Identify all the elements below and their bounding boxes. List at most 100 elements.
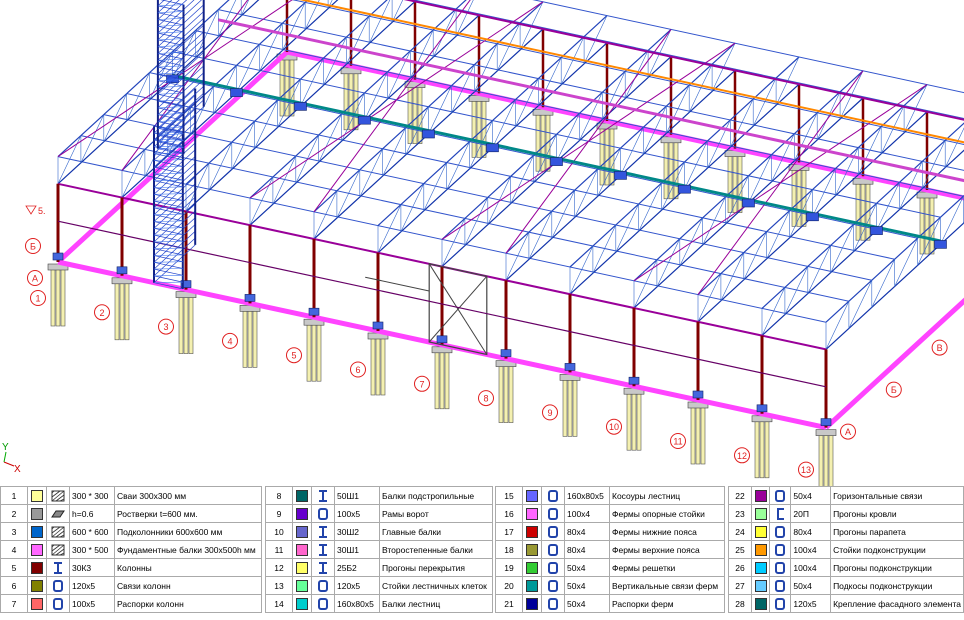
truss-web [556,113,580,162]
legend-row[interactable]: 18 80х4 Фермы верхние пояса [495,540,725,559]
truss-web [574,169,598,218]
legend-row[interactable]: 19 50х4 Фермы решетки [495,558,725,577]
legend-number: 18 [495,540,523,559]
legend-name: Прогоны подконструкции [830,558,964,577]
stair-tower [153,247,183,249]
legend-name: Прогоны перекрытия [379,558,493,577]
legend-row[interactable]: 24 80х4 Прогоны парапета [728,522,964,541]
ibeam-icon [46,558,70,577]
legend-row[interactable]: 23 20П Прогоны кровли [728,504,964,523]
pile [690,405,696,465]
column-head [422,129,435,139]
structural-3d-view[interactable]: 1234567891011121313АБЕДГВБА5. X Y [0,0,964,486]
legend-row[interactable]: 9 100х5 Рамы ворот [265,504,493,523]
legend-size: 50х4 [564,576,610,595]
legend-size: h=0.6 [69,504,115,523]
axis-bubble-number-text: 6 [355,365,360,375]
pile [818,433,824,486]
axis-bubble-letter-right-text: В [937,343,943,353]
pile [508,364,514,423]
stair-tower [153,186,183,188]
base-plate [52,252,64,261]
legend-row[interactable]: 6 120х5 Связи колонн [0,576,262,595]
level-marker [25,205,37,215]
legend-row[interactable]: 2 h=0.6 Ростверки t=600 мм. [0,504,262,523]
legend-number: 21 [495,594,523,613]
stair-tower [157,72,184,75]
stair-tower [157,45,184,47]
legend-row[interactable]: 10 30Ш2 Главные балки [265,522,493,541]
legend-row[interactable]: 13 120х5 Стойки лестничных клеток [265,576,493,595]
legend-row[interactable]: 7 100х5 Распорки колонн [0,594,262,613]
legend-row[interactable]: 3 600 * 600 Подколонники 600х600 мм [0,522,262,541]
legend-row[interactable]: 28 120х5 Крепление фасадного элемента [728,594,964,613]
legend-color [27,522,47,541]
truss-web [638,182,662,232]
legend-row[interactable]: 5 30К3 Колонны [0,558,262,577]
legend-row[interactable]: 26 100х4 Прогоны подконструкции [728,558,964,577]
legend-row[interactable]: 14 160х80х5 Балки лестниц [265,594,493,613]
truss-web [423,162,447,211]
pile [55,267,61,327]
truss-web [441,218,466,267]
stair-tower [157,58,184,61]
legend-color [750,504,771,523]
stair-tower [153,213,183,215]
truss-web [474,43,498,93]
tube-icon [311,504,335,523]
legend-row[interactable]: 21 50х4 Распорки ферм [495,594,725,613]
stair-tower [153,254,183,256]
pile [919,195,925,255]
tube-icon [541,540,565,559]
legend-row[interactable]: 12 25Б2 Прогоны перекрытия [265,558,493,577]
axis-bubble-letter-right-text: А [845,427,851,437]
legend-name: Рамы ворот [379,504,493,523]
pile [631,391,637,451]
truss-web [825,301,850,350]
legend-color [522,504,542,523]
tube-icon [769,540,792,559]
column-head [294,102,307,111]
axis-bubble-number-text: 11 [673,437,682,447]
axis-bubble-number-text: 1 [35,294,40,304]
legend-size: 30Ш1 [334,540,380,559]
legend-color [292,558,312,577]
hatch-icon [46,540,70,559]
legend-name: Фермы решетки [609,558,725,577]
legend-size: 20П [790,504,832,523]
stair-tower [157,31,184,34]
legend-number: 13 [265,576,293,595]
pile [380,336,386,396]
legend-row[interactable]: 22 50х4 Горизонтальные связи [728,486,964,505]
pile [119,281,125,341]
stair-tower [153,200,183,202]
roof-bracing [505,29,672,254]
legend-row[interactable]: 8 50Ш1 Балки подстропильные [265,486,493,505]
truss-web [400,183,425,232]
pile [439,350,445,410]
legend-row[interactable]: 20 50х4 Вертикальные связи ферм [495,576,725,595]
legend-row[interactable]: 16 100х4 Фермы опорные стойки [495,504,725,523]
tube-icon [46,594,70,613]
pile [178,295,184,354]
legend-row[interactable]: 17 80х4 Фермы нижние пояса [495,522,725,541]
hatch-icon [46,486,70,505]
legend-row[interactable]: 4 300 * 500 Фундаментные балки 300х500h мм [0,540,262,559]
legend-row[interactable]: 25 100х4 Стойки подконструкции [728,540,964,559]
ibeam-icon [311,540,335,559]
axis-bubble-number-text: 8 [483,394,488,404]
truss-web [551,190,575,239]
legend-number: 20 [495,576,523,595]
legend-size: 50х4 [564,558,610,577]
truss-web [615,203,639,253]
truss-web [208,142,233,191]
legend-row[interactable]: 11 30Ш1 Второстепенные балки [265,540,493,559]
legend-row[interactable]: 15 160х80х5 Косоуры лестниц [495,486,725,505]
legend-row[interactable]: 1 300 * 300 Сваи 300х300 мм [0,486,262,505]
legend-name: Распорки колонн [114,594,262,613]
truss-web [702,196,726,246]
legend-size: 600 * 600 [69,522,115,541]
pile [727,154,733,213]
legend-row[interactable]: 27 50х4 Подкосы подконструкции [728,576,964,595]
pile [252,309,258,368]
